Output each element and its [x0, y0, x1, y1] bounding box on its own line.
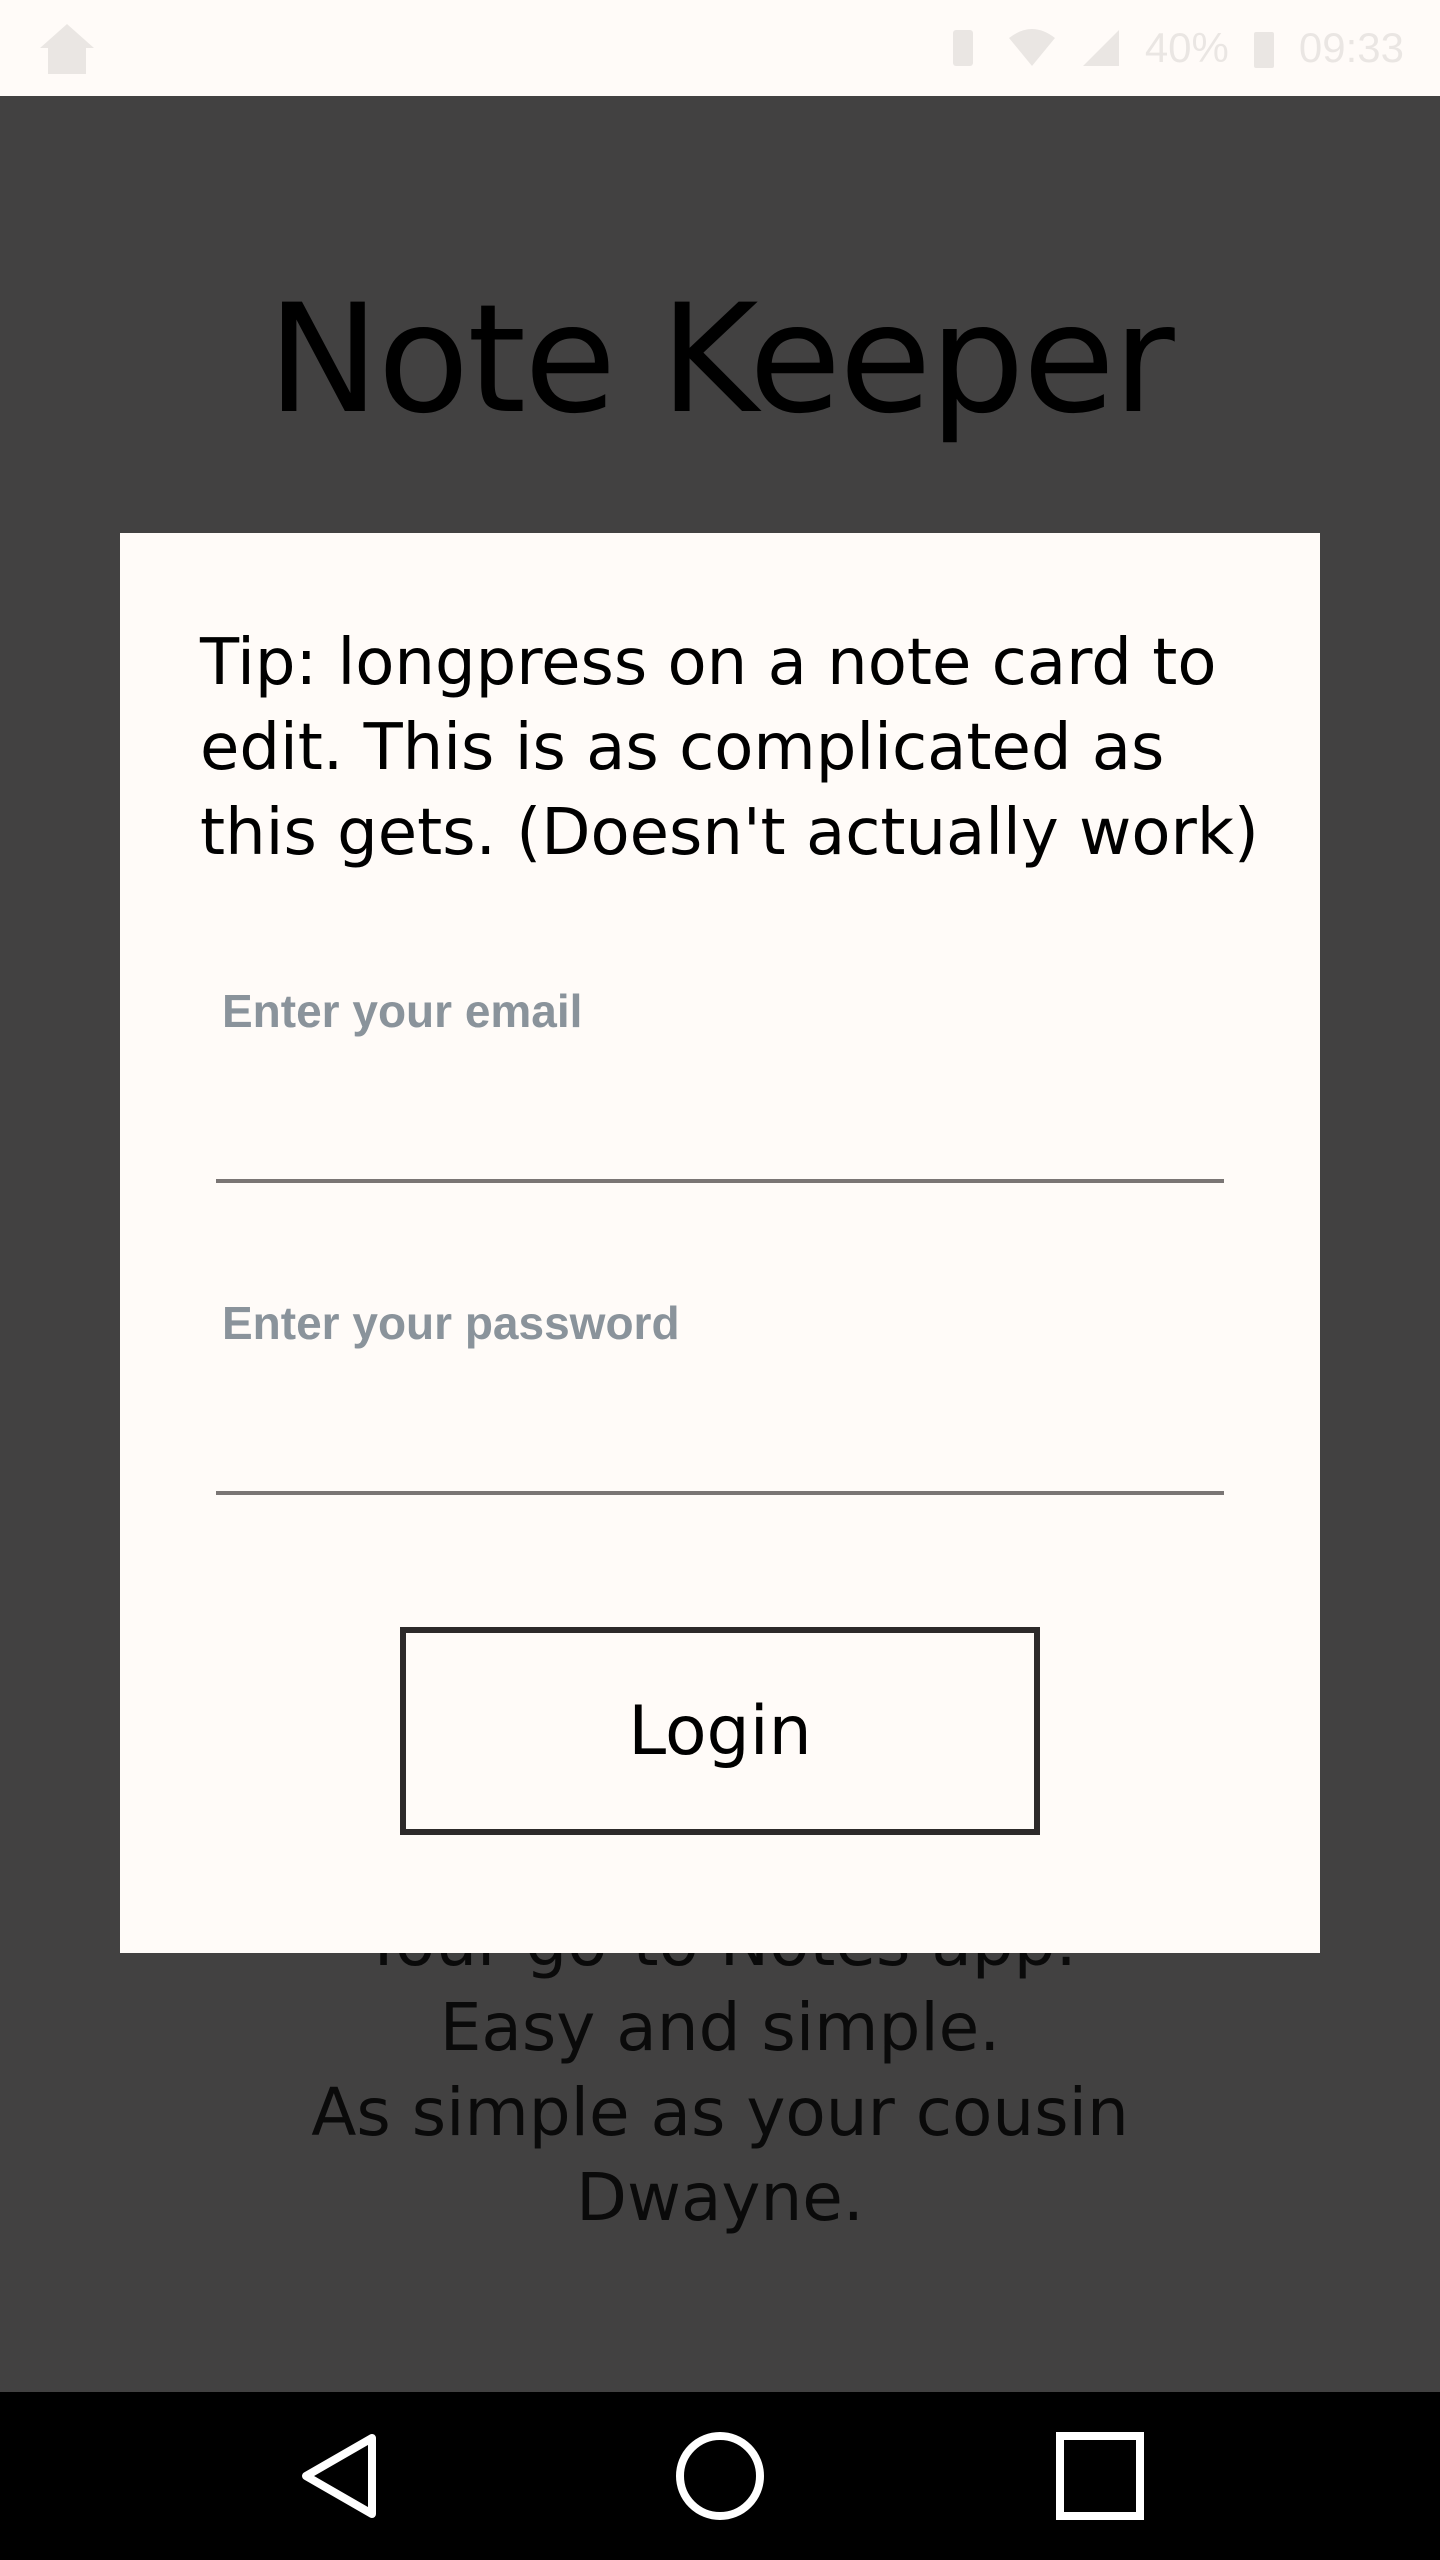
back-icon[interactable]: [280, 2416, 400, 2536]
vibrate-icon: [952, 30, 973, 66]
tagline-line: As simple as your cousin: [311, 2074, 1129, 2151]
home-icon[interactable]: [660, 2416, 780, 2536]
status-icons: 40% 09:33: [941, 22, 1404, 74]
recents-icon[interactable]: [1040, 2416, 1160, 2536]
navigation-bar: [0, 2392, 1440, 2560]
signal-icon: [1082, 30, 1119, 66]
login-button[interactable]: Login: [400, 1627, 1040, 1835]
login-dialog: Tip: longpress on a note card to edit. T…: [120, 533, 1320, 1953]
tagline-line: Easy and simple.: [439, 1989, 1001, 2066]
password-field[interactable]: [216, 1375, 1224, 1495]
status-bar: 40% 09:33: [0, 0, 1440, 96]
tip-text: Tip: longpress on a note card to edit. T…: [200, 626, 1259, 870]
tagline-line: Dwayne.: [576, 2159, 864, 2236]
battery-icon: [1253, 32, 1274, 68]
app-title: Note Keeper: [267, 273, 1174, 447]
password-field-group: Enter your password: [216, 1295, 1224, 1565]
email-field-group: Enter your email: [216, 983, 1224, 1253]
email-label: Enter your email: [222, 985, 583, 1037]
clock: 09:33: [1298, 24, 1404, 71]
password-label: Enter your password: [222, 1297, 680, 1349]
email-field[interactable]: [216, 1063, 1224, 1183]
wifi-icon: [1008, 29, 1055, 66]
battery-percent: 40%: [1144, 24, 1229, 71]
app-home-icon: [40, 24, 94, 74]
screen: 40% 09:33 Note Keeper Your go-to Notes a…: [0, 0, 1440, 2560]
